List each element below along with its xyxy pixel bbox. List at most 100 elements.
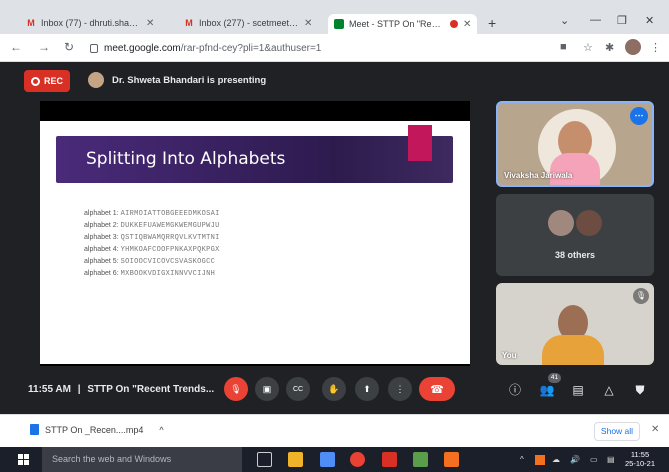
slide: Splitting Into Alphabets alphabet 1: AIR… xyxy=(40,121,470,364)
captions-button[interactable]: CC xyxy=(286,377,310,401)
alphabet-row: alphabet 4: YHMKOAFCOOFPNKAXPQKPGX xyxy=(84,244,220,256)
mic-toggle-button[interactable]: 🎙 xyxy=(224,377,248,401)
phone-hangup-icon: ☎ xyxy=(430,383,444,396)
tab-title: Meet - STTP On "Recent Trends" xyxy=(349,19,445,29)
separator: | xyxy=(77,384,81,395)
downloads-shelf: STTP On _Recen....mp4 ^ Show all ✕ xyxy=(0,414,669,447)
alphabet-row: alphabet 3: QSTIQBWAMQRRQVLKVTMTNI xyxy=(84,232,220,244)
extensions-puzzle-icon[interactable]: ✱ xyxy=(605,41,614,54)
alphabet-sequence: DUKKEFUAWEMGKWEMGUPWJU xyxy=(120,222,220,230)
paint-icon[interactable] xyxy=(413,452,428,467)
chrome-icon[interactable] xyxy=(350,452,365,467)
url-host: meet.google.com xyxy=(104,42,181,54)
camera-icon: ▣ xyxy=(262,383,272,394)
taskbar-search-input[interactable]: Search the web and Windows xyxy=(42,447,242,472)
back-arrow-icon[interactable]: ← xyxy=(10,40,22,54)
tab-meet[interactable]: Meet - STTP On "Recent Trends" ✕ xyxy=(328,14,478,34)
store-icon[interactable] xyxy=(320,452,335,467)
self-label: You xyxy=(502,351,517,360)
download-filename: STTP On _Recen....mp4 xyxy=(45,424,144,435)
captions-icon: CC xyxy=(292,385,304,393)
alphabet-sequence: QSTIQBWAMQRRQVLKVTMTNI xyxy=(120,234,220,242)
alphabet-row: alphabet 6: MXBOOKVDIGXINNVVCIJNH xyxy=(84,268,220,280)
more-options-button[interactable]: ⋮ xyxy=(388,377,412,401)
more-options-icon[interactable]: ⋯ xyxy=(630,107,648,125)
meeting-clock: 11:55 AM xyxy=(28,384,71,395)
recording-badge[interactable]: REC xyxy=(24,70,70,92)
people-icon[interactable]: 👥 xyxy=(537,380,557,400)
alphabet-label: alphabet 3: xyxy=(84,234,119,241)
alphabet-row: alphabet 1: AIRMOIATTOBGEEEDMKOSAI xyxy=(84,208,220,220)
mic-off-icon: 🎙 xyxy=(230,383,242,394)
camera-toggle-button[interactable]: ▣ xyxy=(255,377,279,401)
reload-icon[interactable]: ↻ xyxy=(64,40,74,54)
presenter-text: Dr. Shweta Bhandari is presenting xyxy=(112,74,267,86)
meeting-info: 11:55 AM | STTP On "Recent Trends... xyxy=(28,384,214,395)
chat-icon[interactable]: ▤ xyxy=(568,380,588,400)
present-button[interactable]: ⬆ xyxy=(355,377,379,401)
close-icon[interactable]: ✕ xyxy=(304,18,312,29)
forward-arrow-icon[interactable]: → xyxy=(38,40,50,54)
file-icon xyxy=(30,424,39,435)
file-explorer-icon[interactable] xyxy=(288,452,303,467)
activities-icon[interactable]: △ xyxy=(599,380,619,400)
address-bar[interactable]: meet.google.com/rar-pfnd-cey?pli=1&authu… xyxy=(90,38,545,58)
gmail-icon: M xyxy=(185,18,193,28)
system-time: 11:55 xyxy=(630,450,650,459)
close-icon[interactable]: ✕ xyxy=(146,18,154,29)
leave-call-button[interactable]: ☎ xyxy=(419,377,455,401)
others-count: 38 others xyxy=(554,250,596,260)
notifications-icon[interactable]: ▤ xyxy=(607,455,615,464)
alphabet-label: alphabet 4: xyxy=(84,246,119,253)
alphabet-label: alphabet 6: xyxy=(84,270,119,277)
minimize-icon[interactable]: — xyxy=(590,14,601,26)
network-icon[interactable]: ☁ xyxy=(552,455,560,464)
close-icon[interactable]: ✕ xyxy=(651,424,659,435)
volume-icon[interactable]: 🔊 xyxy=(570,455,580,464)
tab-gmail-dhruti[interactable]: M Inbox (77) - dhruti.sharma@scet.ac.in … xyxy=(20,12,160,34)
slide-title: Splitting Into Alphabets xyxy=(86,149,286,169)
camera-in-use-icon[interactable]: ■ xyxy=(560,41,567,53)
window-close-icon[interactable]: ✕ xyxy=(645,14,654,27)
powerpoint-icon[interactable] xyxy=(444,452,459,467)
recording-indicator-icon xyxy=(450,20,458,28)
tray-chevron-icon[interactable]: ^ xyxy=(520,455,524,464)
alphabet-sequence: SOIOOCVICOVCSVASKOGCC xyxy=(120,258,216,266)
show-all-button[interactable]: Show all xyxy=(594,422,640,441)
battery-icon[interactable]: ▭ xyxy=(590,455,598,464)
profile-avatar[interactable] xyxy=(625,39,641,55)
chevron-down-icon[interactable]: ⌄ xyxy=(560,14,569,27)
raise-hand-button[interactable]: ✋ xyxy=(322,377,346,401)
bookmark-star-icon[interactable]: ☆ xyxy=(583,41,593,54)
chevron-up-icon[interactable]: ^ xyxy=(159,425,163,435)
url-path: /rar-pfnd-cey?pli=1&authuser=1 xyxy=(180,42,322,54)
participant-tile-self[interactable]: 🎙 You xyxy=(496,283,654,365)
download-item[interactable]: STTP On _Recen....mp4 ^ xyxy=(30,424,164,435)
alphabet-label: alphabet 2: xyxy=(84,222,119,229)
browser-tabstrip: M Inbox (77) - dhruti.sharma@scet.ac.in … xyxy=(0,0,669,34)
restore-icon[interactable]: ❐ xyxy=(617,14,627,27)
participant-tile-pinned[interactable]: ⋯ Vivaksha Jariwala xyxy=(496,101,654,187)
system-clock[interactable]: 11:55 25-10-21 xyxy=(625,450,655,468)
presenter-avatar xyxy=(88,72,104,88)
task-view-icon[interactable] xyxy=(257,452,272,467)
windows-start-icon[interactable] xyxy=(18,454,30,466)
presentation-stage: Splitting Into Alphabets alphabet 1: AIR… xyxy=(40,101,470,366)
participant-tile-others[interactable]: 38 others xyxy=(496,194,654,276)
tray-app-icon[interactable] xyxy=(535,455,545,465)
mic-off-icon: 🎙 xyxy=(633,288,649,304)
meeting-details-icon[interactable]: ⓘ xyxy=(505,380,525,400)
tab-gmail-scetmeet[interactable]: M Inbox (277) - scetmeet@scet.ac.in ✕ xyxy=(178,12,318,34)
gmail-icon: M xyxy=(27,18,35,28)
pdf-reader-icon[interactable] xyxy=(382,452,397,467)
close-icon[interactable]: ✕ xyxy=(463,19,471,30)
host-controls-icon[interactable]: ⛊ xyxy=(630,380,650,400)
rec-label: REC xyxy=(43,76,63,86)
alphabet-sequence: MXBOOKVDIGXINNVVCIJNH xyxy=(120,270,216,278)
participant-name: Vivaksha Jariwala xyxy=(504,171,573,180)
alphabet-row: alphabet 2: DUKKEFUAWEMGKWEMGUPWJU xyxy=(84,220,220,232)
new-tab-button[interactable]: + xyxy=(488,15,496,31)
lock-icon xyxy=(90,43,98,53)
browser-menu-icon[interactable]: ⋮ xyxy=(650,41,661,54)
windows-taskbar: Search the web and Windows ^ ☁ 🔊 ▭ ▤ 11:… xyxy=(0,447,669,472)
